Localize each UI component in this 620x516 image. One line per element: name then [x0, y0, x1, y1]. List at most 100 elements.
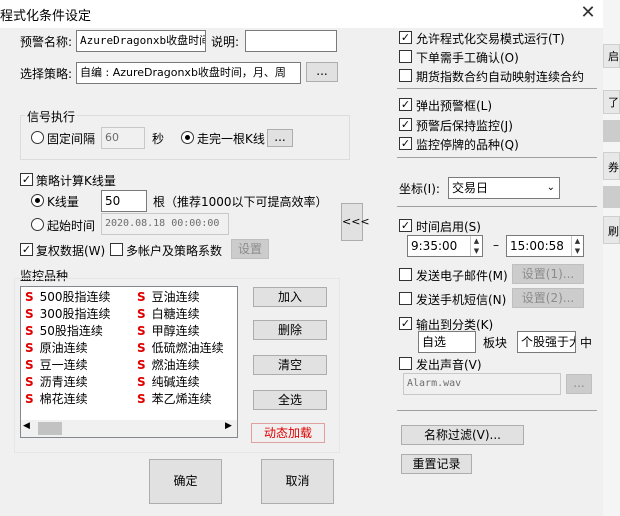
axis-select[interactable]: 交易日 ⌄ [448, 177, 560, 199]
list-item[interactable]: S 300股指连续 [25, 306, 111, 323]
kcount-hint: 根（推荐1000以下可提高效率） [153, 195, 328, 209]
complete-k-label: 走完一根K线 [197, 132, 265, 146]
kcount-input[interactable]: 50 [101, 190, 147, 212]
time-start-spinner[interactable]: ▲ ▼ [470, 236, 482, 256]
kcount-radio[interactable] [31, 194, 44, 207]
email-checkbox[interactable] [399, 268, 412, 281]
background-app-edge: 启 了 券 刷 [603, 0, 620, 516]
kline-title: 策略计算K线量 [36, 174, 116, 188]
dialog-window: 程式化条件设定 ✕ 预警名称: AzureDragonxb收盘时间 说明: 选择… [0, 0, 603, 516]
kline-checkbox[interactable]: ✓ [20, 173, 33, 186]
add-button[interactable]: 加入 [253, 287, 327, 307]
email-label: 发送电子邮件(M) [416, 269, 508, 283]
time-dash: – [493, 238, 499, 252]
allow-program-checkbox[interactable]: ✓ [399, 31, 412, 44]
monitor-list[interactable]: S 500股指连续 S 豆油连续 S 300股指连续 S 白糖连续 S 50股指连续 S 甲醇连续 S 原… [20, 286, 238, 438]
export-stock-input[interactable]: 个股强于大 [517, 331, 576, 353]
options-separator [397, 410, 597, 411]
list-item[interactable]: S 纯碱连续 [137, 374, 200, 391]
name-filter-button[interactable]: 名称过滤(V)... [401, 425, 524, 445]
options-separator [397, 88, 597, 89]
list-item[interactable]: S 沥青连续 [25, 374, 88, 391]
time-end-input[interactable]: 15:00:58 ▲ ▼ [506, 235, 584, 257]
list-item[interactable]: S 500股指连续 [25, 289, 111, 306]
list-item-label: 豆油连续 [151, 290, 200, 304]
delete-button[interactable]: 删除 [253, 320, 327, 340]
list-item-label: 500股指连续 [39, 290, 111, 304]
sound-label: 发出声音(V) [416, 358, 482, 372]
export-category-input[interactable]: 自选 [418, 331, 476, 353]
list-item[interactable]: S 棉花连续 [25, 391, 88, 408]
strategy-browse-button[interactable]: ... [306, 62, 338, 82]
keep-monitor-label: 预警后保持监控(J) [416, 119, 513, 133]
spin-up-icon[interactable]: ▲ [572, 236, 583, 246]
list-item[interactable]: S 白糖连续 [137, 306, 200, 323]
start-time-radio[interactable] [31, 218, 44, 231]
list-item-label: 纯碱连续 [151, 375, 200, 389]
fixed-interval-radio[interactable] [31, 131, 44, 144]
ok-button[interactable]: 确定 [149, 459, 222, 504]
sound-browse-button[interactable]: ... [566, 374, 592, 394]
complete-k-radio[interactable] [181, 131, 194, 144]
fixed-interval-label: 固定间隔 [47, 132, 96, 146]
strategy-input[interactable]: 自编 : AzureDragonxb收盘时间，月、周 [76, 62, 301, 84]
background-app-text: 了 [608, 96, 619, 109]
monitor-list-hscrollbar[interactable]: ◀ ▶ [21, 420, 237, 437]
signal-more-button[interactable]: ... [267, 129, 293, 147]
description-label: 说明: [211, 35, 240, 49]
interval-input[interactable]: 60 [101, 127, 145, 149]
block-label: 板块 [483, 336, 508, 350]
list-item[interactable]: S 50股指连续 [25, 323, 103, 340]
email-settings-button[interactable]: 设置(1)... [512, 264, 584, 284]
series-s-badge: S [25, 358, 34, 372]
time-end-spinner[interactable]: ▲ ▼ [571, 236, 583, 256]
multi-account-checkbox[interactable] [110, 243, 123, 256]
list-item[interactable]: S 苯乙烯连续 [137, 391, 212, 408]
series-s-badge: S [137, 341, 146, 355]
spin-up-icon[interactable]: ▲ [471, 236, 482, 246]
sms-settings-button[interactable]: 设置(2)... [512, 288, 584, 308]
keep-monitor-checkbox[interactable]: ✓ [399, 118, 412, 131]
alert-name-input[interactable]: AzureDragonxb收盘时间 [76, 30, 206, 52]
background-app-button [603, 186, 620, 208]
monitor-halted-checkbox[interactable]: ✓ [399, 137, 412, 150]
cancel-button[interactable]: 取消 [261, 459, 334, 504]
list-item[interactable]: S 豆油连续 [137, 289, 200, 306]
select-all-button[interactable]: 全选 [253, 390, 327, 410]
manual-confirm-label: 下单需手工确认(O) [416, 51, 519, 65]
list-item-label: 燃油连续 [151, 358, 200, 372]
restore-label: 复权数据(W) [36, 244, 106, 258]
spin-down-icon[interactable]: ▼ [572, 246, 583, 256]
clear-button[interactable]: 清空 [253, 355, 327, 375]
close-icon[interactable]: ✕ [576, 2, 600, 24]
start-time-input[interactable]: 2020.08.18 00:00:00 [101, 213, 229, 235]
time-enabled-checkbox[interactable]: ✓ [399, 219, 412, 232]
dynamic-load-button[interactable]: 动态加载 [251, 423, 325, 443]
time-start-input[interactable]: 9:35:00 ▲ ▼ [407, 235, 483, 257]
restore-checkbox[interactable]: ✓ [20, 243, 33, 256]
list-item[interactable]: S 甲醇连续 [137, 323, 200, 340]
series-s-badge: S [137, 290, 146, 304]
list-item[interactable]: S 豆一连续 [25, 357, 88, 374]
scroll-left-icon[interactable]: ◀ [23, 421, 30, 431]
manual-confirm-checkbox[interactable] [399, 50, 412, 63]
sound-checkbox[interactable] [399, 357, 412, 370]
export-checkbox[interactable]: ✓ [399, 317, 412, 330]
series-s-badge: S [25, 341, 34, 355]
list-item[interactable]: S 燃油连续 [137, 357, 200, 374]
scroll-right-icon[interactable]: ▶ [225, 421, 232, 431]
sound-file-input[interactable]: Alarm.wav [403, 373, 561, 395]
scroll-thumb[interactable] [38, 422, 62, 435]
futures-map-checkbox[interactable] [399, 69, 412, 82]
background-app-button [603, 120, 620, 142]
list-item-label: 苯乙烯连续 [151, 392, 212, 406]
popup-checkbox[interactable]: ✓ [399, 98, 412, 111]
spin-down-icon[interactable]: ▼ [471, 246, 482, 256]
list-item[interactable]: S 低硫燃油连续 [137, 340, 224, 357]
list-item[interactable]: S 原油连续 [25, 340, 88, 357]
sms-checkbox[interactable] [399, 292, 412, 305]
description-input[interactable] [245, 30, 337, 52]
multi-account-settings-button[interactable]: 设置 [231, 239, 269, 259]
reset-records-button[interactable]: 重置记录 [401, 454, 472, 474]
collapse-button[interactable]: <<< [341, 203, 370, 241]
